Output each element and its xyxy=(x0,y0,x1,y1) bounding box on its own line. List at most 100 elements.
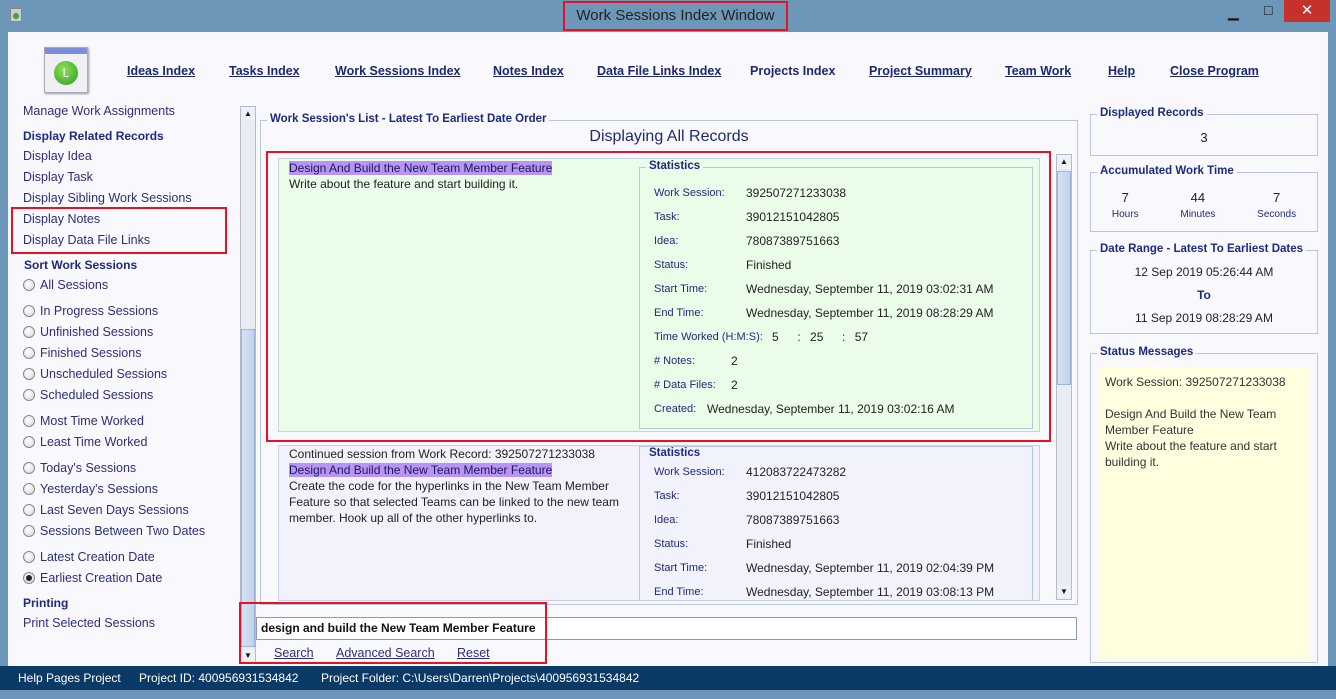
sort-radio-option[interactable]: Earliest Creation Date xyxy=(23,571,162,585)
minimize-button[interactable]: ▁ xyxy=(1228,4,1239,21)
scroll-thumb[interactable] xyxy=(241,329,255,647)
maximize-button[interactable]: □ xyxy=(1264,2,1272,18)
radio-icon[interactable] xyxy=(23,305,35,317)
displayed-records-count: 3 xyxy=(1200,130,1208,145)
radio-label: In Progress Sessions xyxy=(40,304,159,318)
status-messages-title: Status Messages xyxy=(1097,346,1197,358)
sort-radio-option[interactable]: Finished Sessions xyxy=(23,346,141,360)
highlight-box xyxy=(266,151,1051,442)
display-task-link[interactable]: Display Task xyxy=(23,170,93,184)
radio-icon[interactable] xyxy=(23,415,35,427)
radio-label: Today's Sessions xyxy=(40,461,137,475)
app-icon xyxy=(10,8,22,22)
status-line: Write about the feature and start buildi… xyxy=(1105,439,1277,469)
status-bar: Help Pages Project Project ID: 400956931… xyxy=(0,666,1336,690)
window-title: Work Sessions Index Window xyxy=(563,1,788,31)
status-line: Work Session: 392507271233038 xyxy=(1105,375,1286,389)
nav-work-sessions-index[interactable]: Work Sessions Index xyxy=(335,64,461,78)
stat-label: Start Time: xyxy=(654,562,708,574)
nav-projects-index[interactable]: Projects Index xyxy=(750,64,835,78)
display-related-heading: Display Related Records xyxy=(23,129,164,143)
scroll-thumb[interactable] xyxy=(1057,171,1071,385)
radio-icon[interactable] xyxy=(23,462,35,474)
nav-help[interactable]: Help xyxy=(1108,64,1135,78)
sort-radio-option[interactable]: Today's Sessions xyxy=(23,461,136,475)
records-scrollbar[interactable]: ▲ ▼ xyxy=(1056,154,1072,600)
radio-label: Yesterday's Sessions xyxy=(40,482,158,496)
displaying-heading: Displaying All Records xyxy=(589,128,749,145)
display-idea-link[interactable]: Display Idea xyxy=(23,149,92,163)
radio-icon[interactable] xyxy=(23,504,35,516)
stat-value-idea: 78087389751663 xyxy=(746,513,840,527)
stat-label: Status: xyxy=(654,538,689,550)
radio-icon[interactable] xyxy=(23,525,35,537)
display-notes-link[interactable]: Display Notes xyxy=(23,212,100,226)
nav-notes-index[interactable]: Notes Index xyxy=(493,64,564,78)
sort-radio-option[interactable]: Least Time Worked xyxy=(23,435,147,449)
printing-heading: Printing xyxy=(23,596,69,610)
nav-tasks-index[interactable]: Tasks Index xyxy=(229,64,300,78)
displayed-records-group: Displayed Records 3 xyxy=(1090,107,1318,156)
sort-radio-option[interactable]: Most Time Worked xyxy=(23,414,144,428)
radio-icon[interactable] xyxy=(23,572,35,584)
minutes-label: Minutes xyxy=(1180,209,1216,220)
sort-radio-option[interactable]: Unfinished Sessions xyxy=(23,325,153,339)
scroll-up-icon[interactable]: ▲ xyxy=(241,107,255,121)
radio-icon[interactable] xyxy=(23,347,35,359)
sort-radio-option[interactable]: Sessions Between Two Dates xyxy=(23,524,205,538)
radio-icon[interactable] xyxy=(23,279,35,291)
radio-label: All Sessions xyxy=(40,278,109,292)
date-range-group: Date Range - Latest To Earliest Dates 12… xyxy=(1090,243,1318,334)
print-selected-sessions-link[interactable]: Print Selected Sessions xyxy=(23,616,155,630)
sort-radio-option[interactable]: All Sessions xyxy=(23,278,108,292)
radio-icon[interactable] xyxy=(23,389,35,401)
radio-icon[interactable] xyxy=(23,551,35,563)
radio-icon[interactable] xyxy=(23,483,35,495)
highlight-box xyxy=(239,602,547,664)
record-card[interactable]: Continued session from Work Record: 3925… xyxy=(278,445,1040,601)
stat-value-start: Wednesday, September 11, 2019 02:04:39 P… xyxy=(746,561,995,575)
sort-radio-option[interactable]: Scheduled Sessions xyxy=(23,388,153,402)
nav-ideas-index[interactable]: Ideas Index xyxy=(127,64,195,78)
record-description: Create the code for the hyperlinks in th… xyxy=(289,479,619,525)
nav-close-program[interactable]: Close Program xyxy=(1170,64,1259,78)
project-id: Project ID: 400956931534842 xyxy=(139,671,299,685)
sort-radio-option[interactable]: Latest Creation Date xyxy=(23,550,155,564)
radio-label: Unscheduled Sessions xyxy=(40,367,168,381)
display-sibling-sessions-link[interactable]: Display Sibling Work Sessions xyxy=(23,191,192,205)
project-folder: Project Folder: C:\Users\Darren\Projects… xyxy=(321,671,640,685)
statistics-group: Statistics Work Session: 412083722473282 Ta… xyxy=(639,446,1033,600)
radio-label: Scheduled Sessions xyxy=(40,388,154,402)
manage-work-assignments-link[interactable]: Manage Work Assignments xyxy=(23,104,175,118)
nav-team-work[interactable]: Team Work xyxy=(1005,64,1071,78)
stat-label: Task: xyxy=(654,490,680,502)
calendar-clock-logo: L xyxy=(44,47,88,93)
scroll-down-icon[interactable]: ▼ xyxy=(1057,585,1071,599)
radio-label: Latest Creation Date xyxy=(40,550,155,564)
session-list-title: Work Session's List - Latest To Earliest… xyxy=(267,113,550,125)
sort-radio-option[interactable]: In Progress Sessions xyxy=(23,304,158,318)
nav-project-summary[interactable]: Project Summary xyxy=(869,64,972,78)
close-button[interactable]: ✕ xyxy=(1284,0,1330,22)
radio-icon[interactable] xyxy=(23,436,35,448)
main-scrollbar[interactable]: ▲ ▼ xyxy=(240,106,256,664)
nav-data-file-links-index[interactable]: Data File Links Index xyxy=(597,64,721,78)
radio-icon[interactable] xyxy=(23,326,35,338)
stat-value-session: 412083722473282 xyxy=(746,465,847,479)
sort-radio-option[interactable]: Last Seven Days Sessions xyxy=(23,503,189,517)
sort-radio-option[interactable]: Yesterday's Sessions xyxy=(23,482,158,496)
stat-label: Idea: xyxy=(654,514,679,526)
record-title[interactable]: Design And Build the New Team Member Fea… xyxy=(289,463,553,477)
range-start: 12 Sep 2019 05:26:44 AM xyxy=(1134,265,1274,279)
sort-heading: Sort Work Sessions xyxy=(24,258,138,272)
sort-radio-option[interactable]: Unscheduled Sessions xyxy=(23,367,167,381)
stat-value-task: 39012151042805 xyxy=(746,489,840,503)
radio-icon[interactable] xyxy=(23,368,35,380)
accumulated-time-group: Accumulated Work Time 7 Hours 44 Minutes 7… xyxy=(1090,165,1318,232)
record-prefix: Continued session from Work Record: 3925… xyxy=(289,447,595,461)
display-data-file-links-link[interactable]: Display Data File Links xyxy=(23,233,150,247)
minutes-value: 44 xyxy=(1190,190,1206,205)
stat-label: End Time: xyxy=(654,586,704,598)
scroll-up-icon[interactable]: ▲ xyxy=(1057,155,1071,169)
title-bar: Work Sessions Index Window ▁ □ ✕ xyxy=(0,0,1336,32)
